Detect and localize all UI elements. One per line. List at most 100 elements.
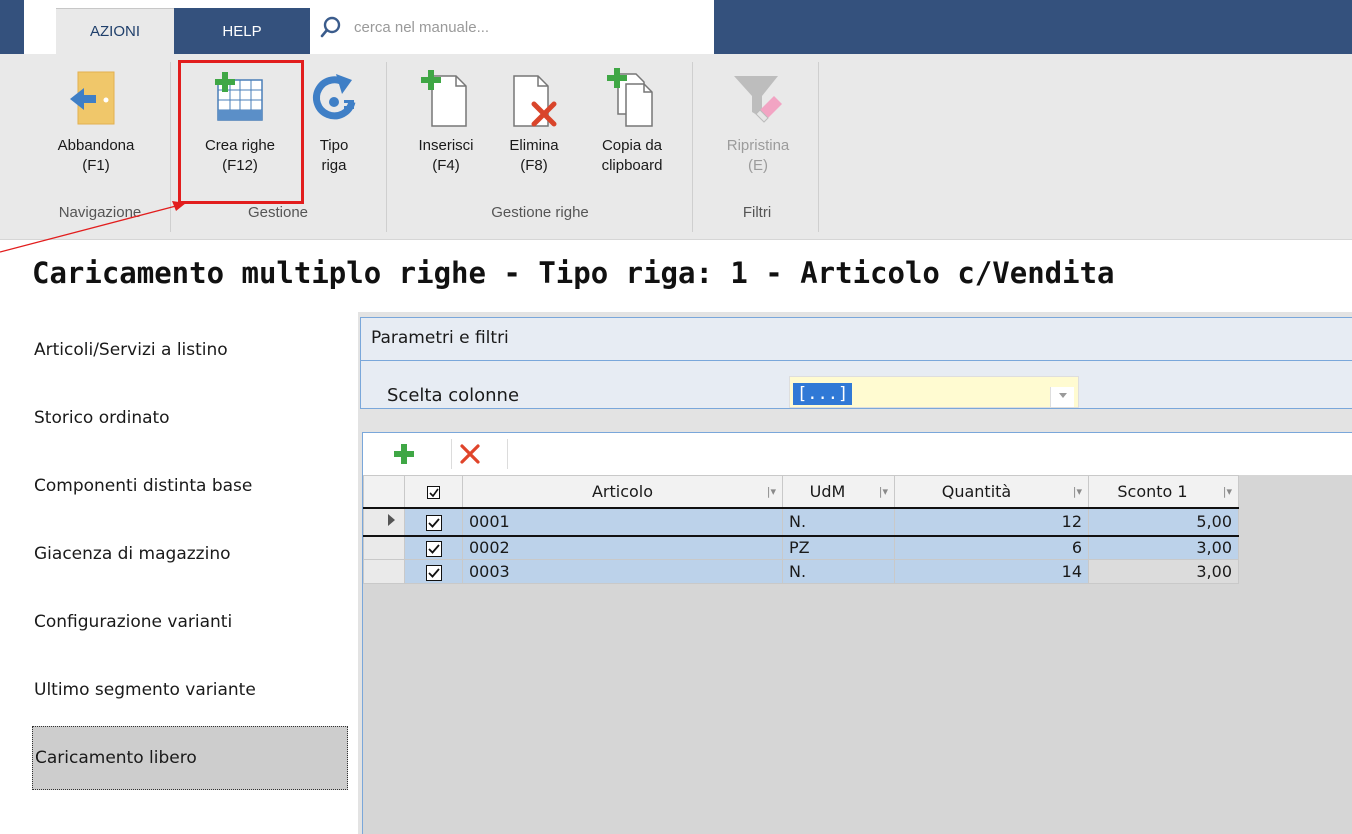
sidebar-item-caricamento-libero[interactable]: Caricamento libero bbox=[32, 726, 348, 790]
sidebar-item-ultimo-segmento[interactable]: Ultimo segmento variante bbox=[34, 680, 352, 700]
select-all-checkbox[interactable] bbox=[427, 485, 440, 499]
params-title: Parametri e filtri bbox=[371, 328, 509, 348]
exit-door-icon bbox=[70, 71, 115, 125]
sidebar-item-componenti-distinta[interactable]: Componenti distinta base bbox=[34, 476, 352, 496]
chevron-down-icon bbox=[1059, 393, 1067, 398]
row-indicator bbox=[363, 506, 405, 537]
annotation-highlight-box bbox=[178, 60, 304, 204]
search-input[interactable] bbox=[354, 18, 684, 36]
ripristina-button[interactable]: Ripristina (E) bbox=[702, 66, 814, 176]
current-row-indicator-icon bbox=[388, 513, 395, 526]
column-header-quantita[interactable]: Quantità |▾ bbox=[894, 475, 1089, 508]
cell-sconto[interactable]: 5,00 bbox=[1088, 506, 1239, 537]
rows-grid: Articolo |▾ UdM |▾ Quantità |▾ Sconto 1 |▾ bbox=[362, 432, 1352, 834]
elimina-button[interactable]: Elimina (F8) bbox=[492, 66, 576, 176]
grid-toolbar bbox=[363, 433, 1352, 475]
sidebar: Articoli/Servizi a listino Storico ordin… bbox=[24, 312, 354, 834]
cell-articolo[interactable]: 0003 bbox=[462, 559, 783, 584]
tab-azioni[interactable]: AZIONI bbox=[56, 8, 174, 54]
column-header-sconto[interactable]: Sconto 1 |▾ bbox=[1088, 475, 1239, 508]
tab-bar-gap bbox=[24, 0, 56, 54]
copy-clipboard-icon bbox=[607, 68, 653, 127]
cell-udm[interactable]: N. bbox=[782, 559, 895, 584]
ribbon-separator bbox=[386, 62, 387, 232]
sidebar-item-configurazione-varianti[interactable]: Configurazione varianti bbox=[34, 612, 352, 632]
table-row[interactable]: 0003 N. 14 3,00 bbox=[363, 559, 1239, 584]
elimina-label: Elimina bbox=[509, 137, 559, 154]
tipo-riga-button[interactable]: Tipo riga bbox=[302, 66, 366, 176]
scelta-colonne-label: Scelta colonne bbox=[387, 385, 520, 406]
insert-document-icon bbox=[421, 70, 467, 127]
filter-icon[interactable]: |▾ bbox=[879, 485, 888, 498]
ribbon-separator bbox=[692, 62, 693, 232]
ripristina-label: Ripristina bbox=[726, 137, 790, 154]
row-indicator bbox=[363, 559, 405, 584]
dropdown-arrow[interactable] bbox=[1050, 387, 1074, 407]
grid-table: Articolo |▾ UdM |▾ Quantità |▾ Sconto 1 |▾ bbox=[363, 475, 1239, 584]
cell-udm[interactable]: N. bbox=[782, 506, 895, 537]
column-label: Quantità bbox=[941, 481, 1012, 501]
table-row[interactable]: 0001 N. 12 5,00 bbox=[363, 506, 1239, 537]
delete-document-icon bbox=[513, 75, 557, 127]
params-divider bbox=[361, 360, 1352, 361]
row-checkbox[interactable] bbox=[425, 564, 442, 581]
grid-header-row: Articolo |▾ UdM |▾ Quantità |▾ Sconto 1 |▾ bbox=[363, 475, 1239, 508]
scelta-colonne-select[interactable]: [...] bbox=[789, 376, 1079, 408]
table-row[interactable]: 0002 PZ 6 3,00 bbox=[363, 535, 1239, 560]
sidebar-item-articoli-servizi[interactable]: Articoli/Servizi a listino bbox=[34, 340, 352, 360]
cell-sconto[interactable]: 3,00 bbox=[1088, 559, 1239, 584]
clear-filter-icon bbox=[734, 76, 782, 123]
row-indicator bbox=[363, 535, 405, 560]
abbandona-button[interactable]: Abbandona (F1) bbox=[36, 66, 156, 176]
column-label: UdM bbox=[809, 481, 846, 501]
tab-help[interactable]: HELP bbox=[174, 8, 310, 54]
inserisci-button[interactable]: Inserisci (F4) bbox=[400, 66, 492, 176]
header-indicator-cell bbox=[363, 475, 405, 508]
column-header-udm[interactable]: UdM |▾ bbox=[782, 475, 895, 508]
cell-articolo[interactable]: 0002 bbox=[462, 535, 783, 560]
search-bar[interactable] bbox=[310, 0, 714, 54]
group-label-filtri: Filtri bbox=[742, 204, 772, 221]
column-label: Articolo bbox=[591, 481, 654, 501]
cell-articolo[interactable]: 0001 bbox=[462, 506, 783, 537]
page-title: Caricamento multiplo righe - Tipo riga: … bbox=[32, 256, 1115, 290]
tab-bar-left-strip bbox=[0, 0, 24, 54]
group-label-gestione-righe: Gestione righe bbox=[491, 204, 589, 221]
add-row-icon[interactable] bbox=[393, 443, 415, 465]
sidebar-item-storico-ordinato[interactable]: Storico ordinato bbox=[34, 408, 352, 428]
tab-bar-right-strip bbox=[714, 0, 1352, 54]
cell-udm[interactable]: PZ bbox=[782, 535, 895, 560]
group-label-gestione: Gestione bbox=[247, 204, 309, 221]
cell-quantita[interactable]: 6 bbox=[894, 535, 1089, 560]
params-filters-box: Parametri e filtri Scelta colonne [...] bbox=[360, 317, 1352, 409]
column-label: Sconto 1 bbox=[1117, 481, 1188, 501]
search-icon bbox=[320, 16, 341, 38]
cell-sconto[interactable]: 3,00 bbox=[1088, 535, 1239, 560]
filter-icon[interactable]: |▾ bbox=[1073, 485, 1082, 498]
grid-area: Articolo |▾ UdM |▾ Quantità |▾ Sconto 1 |▾ bbox=[363, 475, 1352, 834]
refresh-type-icon bbox=[313, 74, 356, 120]
column-header-articolo[interactable]: Articolo |▾ bbox=[462, 475, 783, 508]
row-checkbox[interactable] bbox=[425, 514, 442, 531]
filter-icon[interactable]: |▾ bbox=[1223, 485, 1232, 498]
row-checkbox-cell[interactable] bbox=[404, 559, 463, 584]
row-checkbox-cell[interactable] bbox=[404, 506, 463, 537]
elimina-shortcut: (F8) bbox=[520, 157, 548, 174]
tipo-riga-label: Tipo bbox=[319, 137, 349, 154]
abbandona-shortcut: (F1) bbox=[82, 157, 110, 174]
copia-label-2: clipboard bbox=[601, 157, 663, 174]
ribbon-separator bbox=[818, 62, 819, 232]
toolbar-separator bbox=[507, 439, 508, 469]
header-select-all[interactable] bbox=[404, 475, 463, 508]
filter-icon[interactable]: |▾ bbox=[767, 485, 776, 498]
sidebar-item-giacenza[interactable]: Giacenza di magazzino bbox=[34, 544, 352, 564]
abbandona-label: Abbandona bbox=[57, 137, 135, 154]
delete-row-icon[interactable] bbox=[459, 443, 481, 465]
row-checkbox-cell[interactable] bbox=[404, 535, 463, 560]
copia-clipboard-button[interactable]: Copia da clipboard bbox=[580, 66, 684, 176]
inserisci-shortcut: (F4) bbox=[432, 157, 460, 174]
copia-label: Copia da bbox=[601, 137, 663, 154]
cell-quantita[interactable]: 12 bbox=[894, 506, 1089, 537]
cell-quantita[interactable]: 14 bbox=[894, 559, 1089, 584]
row-checkbox[interactable] bbox=[425, 540, 442, 557]
